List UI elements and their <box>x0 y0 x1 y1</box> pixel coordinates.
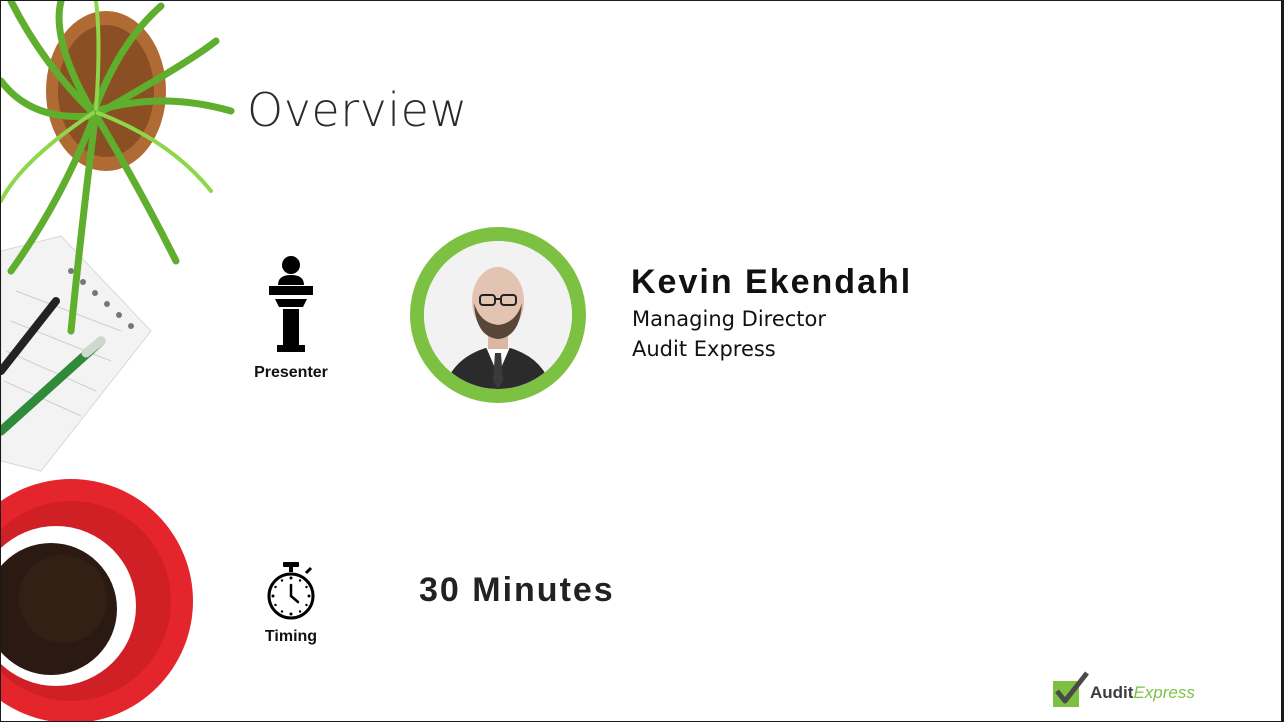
timing-label: Timing <box>264 628 318 645</box>
presenter-role: Managing Director <box>632 307 827 331</box>
desk-decoration-image <box>1 1 235 721</box>
presenter-label: Presenter <box>254 364 328 381</box>
stopwatch-icon <box>267 562 315 620</box>
slide-title: Overview <box>247 83 468 137</box>
timing-icon-block: Timing <box>239 561 343 646</box>
session-duration: 30 Minutes <box>419 571 615 609</box>
checkmark-logo-icon <box>1053 671 1089 707</box>
presenter-company: Audit Express <box>632 337 776 361</box>
presenter-photo <box>424 241 572 389</box>
slide: Overview Presenter Kevin Ekendahl Managi… <box>0 0 1284 722</box>
logo-text: AuditExpress <box>1090 683 1195 702</box>
presenter-avatar <box>410 227 586 403</box>
presenter-icon-block: Presenter <box>239 255 343 382</box>
presenter-name: Kevin Ekendahl <box>631 263 913 301</box>
podium-icon <box>269 256 313 352</box>
